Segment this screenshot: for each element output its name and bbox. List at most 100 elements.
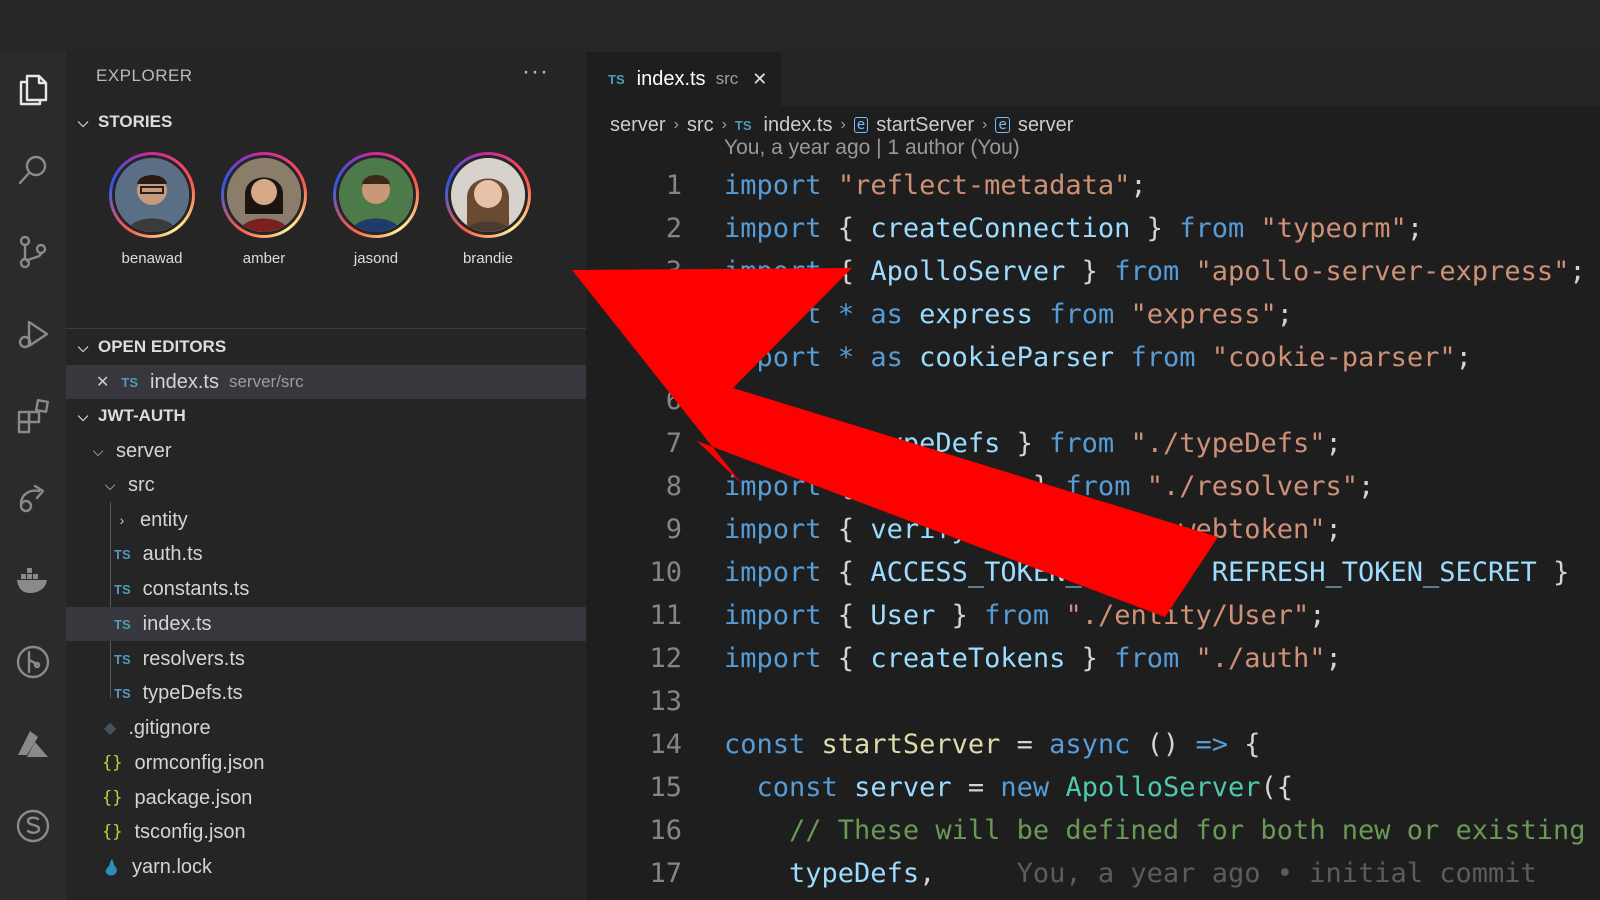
editor-area: TS index.ts src ✕ server › src › TS inde… <box>586 52 1600 900</box>
run-debug-icon[interactable] <box>0 306 66 362</box>
tree-file-auth[interactable]: TS auth.ts <box>66 537 586 571</box>
symbol-variable-icon: e <box>853 117 869 133</box>
folder-name: entity <box>140 508 188 531</box>
story-item[interactable]: jasond <box>320 152 432 267</box>
story-item[interactable]: benawad <box>96 152 208 267</box>
line-number: 10 <box>649 557 682 588</box>
code-line: 11 import { User } from "./entity/User"; <box>586 594 1600 637</box>
tree-file-ormconfig[interactable]: {} ormconfig.json <box>66 746 586 780</box>
folder-name: src <box>128 473 155 496</box>
chevron-right-icon: › <box>119 512 125 528</box>
story-name: jasond <box>353 250 399 267</box>
code-line: 17 typeDefs, You, a year ago • initial c… <box>586 852 1600 895</box>
tab-index-ts[interactable]: TS index.ts src ✕ <box>586 52 781 106</box>
typescript-file-icon: TS <box>114 651 131 667</box>
live-share-icon[interactable] <box>0 470 66 526</box>
source-control-icon[interactable] <box>0 224 66 280</box>
code-line: 14 const startServer = async () => { <box>586 723 1600 766</box>
typescript-file-icon: TS <box>114 546 131 562</box>
json-file-icon: {} <box>102 788 123 808</box>
tree-file-tsconfig[interactable]: {} tsconfig.json <box>66 815 586 849</box>
chevron-right-icon: › <box>673 116 679 133</box>
divider <box>66 328 586 329</box>
file-name: tsconfig.json <box>134 820 246 843</box>
code-text: import { verify } from "jsonwebtoken"; <box>724 514 1342 545</box>
chevron-right-icon: › <box>982 116 988 133</box>
chevron-down-icon: ⌵ <box>77 338 89 355</box>
tree-file-index[interactable]: TS index.ts <box>66 607 586 641</box>
typescript-file-icon: TS <box>114 581 131 597</box>
more-actions-icon[interactable]: ··· <box>522 58 549 86</box>
extensions-icon[interactable] <box>0 388 66 444</box>
breadcrumb-item[interactable]: index.ts <box>764 114 833 137</box>
project-section-header[interactable]: ⌵ JWT-AUTH <box>66 399 586 433</box>
line-number: 16 <box>649 815 682 846</box>
codelens-blame[interactable]: You, a year ago | 1 author (You) <box>724 136 1020 160</box>
breadcrumb-item[interactable]: src <box>687 114 714 137</box>
tree-folder-src[interactable]: ⌵ src <box>66 468 586 502</box>
stories-section-header[interactable]: ⌵ STORIES <box>66 105 586 139</box>
story-name: amber <box>242 250 286 267</box>
typescript-file-icon: TS <box>734 117 752 133</box>
code-text: const server = new ApolloServer({ <box>756 772 1294 803</box>
git-file-icon: ◆ <box>104 720 117 737</box>
story-item[interactable]: brandie <box>432 152 544 267</box>
chevron-down-icon: ⌵ <box>104 476 116 493</box>
breadcrumb-item[interactable]: server <box>610 114 666 137</box>
breadcrumb-item[interactable]: startServer <box>876 114 974 137</box>
line-number: 4 <box>665 299 682 330</box>
tree-folder-server[interactable]: ⌵ server <box>66 434 586 468</box>
open-editor-filename: index.ts <box>150 370 219 393</box>
chevron-down-icon: ⌵ <box>77 407 89 424</box>
json-file-icon: {} <box>102 753 123 773</box>
code-line: 12 import { createTokens } from "./auth"; <box>586 637 1600 680</box>
code-line: 6 <box>586 379 1600 422</box>
code-line: 9 import { verify } from "jsonwebtoken"; <box>586 508 1600 551</box>
line-number: 3 <box>665 256 682 287</box>
folder-name: server <box>116 439 172 462</box>
file-name: .gitignore <box>128 716 211 739</box>
json-file-icon: {} <box>102 822 123 842</box>
tree-file-typedefs[interactable]: TS typeDefs.ts <box>66 676 586 710</box>
breadcrumb-item[interactable]: server <box>1018 114 1074 137</box>
close-icon[interactable]: ✕ <box>96 372 109 392</box>
line-number: 13 <box>649 686 682 717</box>
line-number: 9 <box>665 514 682 545</box>
code-text: import { typeDefs } from "./typeDefs"; <box>724 428 1342 459</box>
tree-file-gitignore[interactable]: ◆ .gitignore <box>66 711 586 745</box>
avatar <box>336 155 416 235</box>
close-icon[interactable]: ✕ <box>752 69 767 90</box>
line-number: 1 <box>665 170 682 201</box>
open-editors-section-header[interactable]: ⌵ OPEN EDITORS <box>66 330 586 364</box>
code-line: 1 import "reflect-metadata"; <box>586 164 1600 207</box>
sonar-icon[interactable] <box>0 798 66 854</box>
explorer-icon[interactable] <box>0 62 66 118</box>
tree-folder-entity[interactable]: › entity <box>66 503 586 537</box>
code-line: 4 import * as express from "express"; <box>586 293 1600 336</box>
file-name: ormconfig.json <box>134 751 265 774</box>
code-line: 16 // These will be defined for both new… <box>586 809 1600 852</box>
file-name: constants.ts <box>142 577 250 600</box>
line-number: 15 <box>649 772 682 803</box>
line-number: 2 <box>665 213 682 244</box>
tree-file-package[interactable]: {} package.json <box>66 781 586 815</box>
avatar <box>224 155 304 235</box>
azure-icon[interactable] <box>0 716 66 772</box>
tree-file-constants[interactable]: TS constants.ts <box>66 572 586 606</box>
line-number: 7 <box>665 428 682 459</box>
tree-file-yarn[interactable]: yarn.lock <box>66 850 586 884</box>
story-item[interactable]: amber <box>208 152 320 267</box>
search-icon[interactable] <box>0 142 66 198</box>
open-editor-item[interactable]: ✕ TS index.ts server/src <box>66 365 586 399</box>
docker-icon[interactable] <box>0 552 66 608</box>
code-text: import { ACCESS_TOKEN_SECRET, REFRESH_TO… <box>724 557 1570 588</box>
git-graph-icon[interactable] <box>0 634 66 690</box>
line-number: 14 <box>649 729 682 760</box>
code-line: 13 <box>586 680 1600 723</box>
tab-label: index.ts <box>636 67 706 90</box>
code-text: import { createTokens } from "./auth"; <box>724 643 1342 674</box>
code-line: 3 import { ApolloServer } from "apollo-se… <box>586 250 1600 293</box>
code-line: 7 import { typeDefs } from "./typeDefs"; <box>586 422 1600 465</box>
code-text: import { ApolloServer } from "apollo-ser… <box>724 256 1586 287</box>
tree-file-resolvers[interactable]: TS resolvers.ts <box>66 642 586 676</box>
